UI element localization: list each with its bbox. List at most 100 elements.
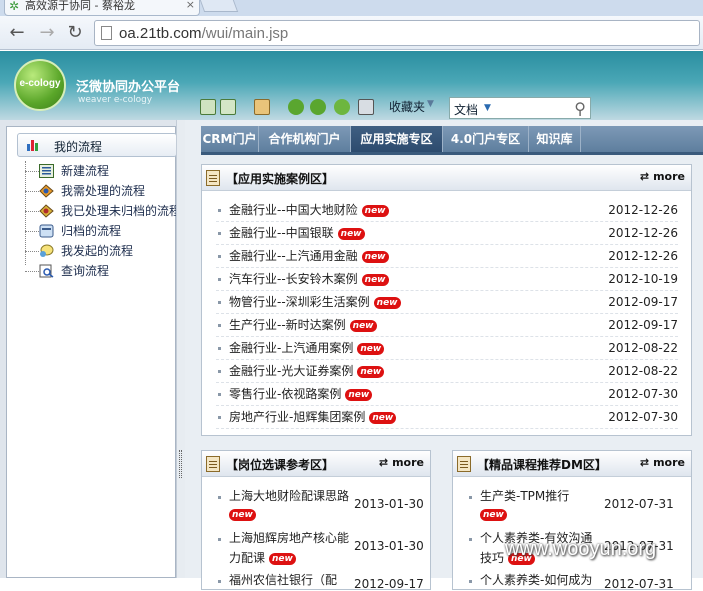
tab-crm-portal[interactable]: CRM门户 bbox=[201, 126, 259, 152]
item-title[interactable]: 金融行业--上汽通用金融 new bbox=[229, 245, 389, 267]
tab-knowledge-base[interactable]: 知识库 bbox=[529, 126, 581, 152]
list-item[interactable]: 福州农信社银行（配 2012-09-17 bbox=[216, 571, 428, 591]
item-title-text: 金融行业-光大证券案例 bbox=[229, 364, 354, 378]
handled-flow-icon bbox=[39, 204, 54, 218]
bullet bbox=[218, 496, 221, 499]
item-title[interactable]: 金融行业-上汽通用案例 new bbox=[229, 337, 385, 359]
item-date: 2013-01-30 bbox=[354, 497, 424, 511]
item-date: 2012-10-19 bbox=[608, 272, 678, 286]
job-course-more-link[interactable]: ⇄ more bbox=[379, 456, 424, 469]
item-date: 2012-08-22 bbox=[608, 341, 678, 355]
item-title[interactable]: 物管行业--深圳彩生活案例 new bbox=[229, 291, 401, 313]
list-item[interactable]: 个人素养类-如何成为 2012-07-31 bbox=[467, 571, 689, 591]
main-content: CRM门户 合作机构门户 应用实施专区 4.0门户专区 知识库 【应用实施案例区… bbox=[185, 120, 703, 591]
tree-item-label: 我需处理的流程 bbox=[61, 184, 146, 198]
cases-more-link[interactable]: ⇄ more bbox=[640, 170, 685, 183]
more-label: more bbox=[653, 170, 685, 183]
browser-tab-strip: ✲ 高效源于协同 - 蔡裕龙 × bbox=[0, 0, 703, 16]
chevron-down-icon[interactable]: ▼ bbox=[427, 99, 434, 109]
item-title[interactable]: 金融行业--中国银联 new bbox=[229, 222, 365, 244]
new-badge: new bbox=[361, 250, 389, 263]
search-category-dropdown-icon[interactable]: ▼ bbox=[484, 103, 491, 113]
browser-tab[interactable]: ✲ 高效源于协同 - 蔡裕龙 × bbox=[4, 0, 200, 16]
item-title[interactable]: 汽车行业--长安铃木案例 new bbox=[229, 268, 389, 290]
tree-item-handled-flow[interactable]: 我已处理未归档的流程 bbox=[19, 201, 181, 221]
tab-portal-4[interactable]: 4.0门户专区 bbox=[443, 126, 529, 152]
item-title-text: 金融行业--上汽通用金融 bbox=[229, 249, 358, 263]
item-date: 2012-07-31 bbox=[604, 577, 674, 591]
item-title[interactable]: 上海大地财险配课思路 bbox=[229, 487, 349, 504]
search-icon[interactable]: ⚲ bbox=[574, 99, 586, 118]
item-title-text: 金融行业-上汽通用案例 bbox=[229, 341, 354, 355]
reload-icon[interactable]: ↻ bbox=[64, 22, 86, 44]
job-course-box-title: 【岗位选课参考区】 bbox=[226, 458, 335, 472]
list-item[interactable]: 金融行业--上汽通用金融 new 2012-12-26 bbox=[216, 245, 678, 268]
list-item[interactable]: 上海旭辉房地产核心能 力配课 new 2013-01-30 bbox=[216, 529, 428, 565]
item-title[interactable]: 个人素养类-如何成为 bbox=[480, 571, 592, 588]
list-item[interactable]: 生产行业--新时达案例 new 2012-09-17 bbox=[216, 314, 678, 337]
folder-icon[interactable] bbox=[254, 99, 270, 115]
forward-arrow-icon[interactable]: → bbox=[36, 22, 58, 44]
course-dm-more-link[interactable]: ⇄ more bbox=[640, 456, 685, 469]
search-category[interactable]: 文档 bbox=[454, 101, 478, 118]
item-title[interactable]: 上海旭辉房地产核心能 bbox=[229, 529, 349, 546]
list-item[interactable]: 金融行业-光大证券案例 new 2012-08-22 bbox=[216, 360, 678, 383]
item-title-line2[interactable]: 力配课 new bbox=[229, 549, 296, 566]
refresh-icon[interactable] bbox=[334, 99, 350, 115]
tree-connector bbox=[25, 191, 39, 192]
list-item[interactable]: 零售行业-依视路案例 new 2012-07-30 bbox=[216, 383, 678, 406]
new-tab-button[interactable] bbox=[199, 0, 239, 12]
item-title[interactable]: 福州农信社银行（配 bbox=[229, 571, 337, 588]
list-item[interactable]: 物管行业--深圳彩生活案例 new 2012-09-17 bbox=[216, 291, 678, 314]
item-date: 2012-07-30 bbox=[608, 410, 678, 424]
bullet bbox=[469, 580, 472, 583]
tab-partner-portal[interactable]: 合作机构门户 bbox=[259, 126, 351, 152]
back-arrow-icon[interactable]: ← bbox=[6, 22, 28, 44]
course-dm-box: 【精品课程推荐DM区】 ⇄ more 生产类-TPM推行 new 2012-07-… bbox=[452, 450, 692, 591]
bullet bbox=[218, 255, 221, 258]
list-item[interactable]: 房地产行业-旭辉集团案例 new 2012-07-30 bbox=[216, 406, 678, 429]
tree-item-label: 归档的流程 bbox=[61, 224, 122, 238]
new-badge-label: new bbox=[480, 508, 507, 521]
item-title[interactable]: 金融行业-光大证券案例 new bbox=[229, 360, 385, 382]
favorites-menu[interactable]: 收藏夹 bbox=[389, 98, 425, 115]
item-title[interactable]: 零售行业-依视路案例 new bbox=[229, 383, 373, 405]
list-item[interactable]: 金融行业--中国银联 new 2012-12-26 bbox=[216, 222, 678, 245]
close-tab-icon[interactable]: × bbox=[186, 0, 195, 11]
tree-item-label: 查询流程 bbox=[61, 264, 110, 278]
workflow-panel-title[interactable]: 我的流程 bbox=[17, 133, 177, 157]
tree-item-todo-flow[interactable]: 我需处理的流程 bbox=[19, 181, 179, 201]
item-title[interactable]: 生产类-TPM推行 bbox=[480, 487, 569, 504]
list-item[interactable]: 金融行业--中国大地财险 new 2012-12-26 bbox=[216, 199, 678, 222]
print-icon[interactable] bbox=[358, 99, 374, 115]
address-bar[interactable]: oa.21tb.com/wui/main.jsp bbox=[94, 20, 700, 46]
item-title[interactable]: 金融行业--中国大地财险 new bbox=[229, 199, 389, 221]
item-title[interactable]: 房地产行业-旭辉集团案例 new bbox=[229, 406, 397, 428]
splitter-grip[interactable] bbox=[179, 450, 182, 478]
tree-connector bbox=[25, 171, 39, 172]
list-item[interactable]: 金融行业-上汽通用案例 new 2012-08-22 bbox=[216, 337, 678, 360]
search-box[interactable]: 文档 ▼ ⚲ bbox=[449, 97, 591, 119]
list-item[interactable]: 生产类-TPM推行 new 2012-07-31 bbox=[467, 487, 689, 523]
item-date: 2012-09-17 bbox=[354, 577, 424, 591]
tree-item-new-flow[interactable]: 新建流程 bbox=[19, 161, 179, 181]
list-item[interactable]: 汽车行业--长安铃木案例 new 2012-10-19 bbox=[216, 268, 678, 291]
document-icon bbox=[206, 456, 220, 472]
tree-item-label: 我发起的流程 bbox=[61, 244, 134, 258]
bullet bbox=[218, 278, 221, 281]
archived-flow-icon bbox=[39, 224, 54, 238]
new-badge: new bbox=[357, 342, 385, 355]
forward-icon[interactable] bbox=[310, 99, 326, 115]
tab-application-implementation[interactable]: 应用实施专区 bbox=[351, 126, 443, 152]
list-item[interactable]: 上海大地财险配课思路 new 2013-01-30 bbox=[216, 487, 428, 523]
url-text: oa.21tb.com/wui/main.jsp bbox=[119, 25, 288, 42]
layout-icon[interactable] bbox=[200, 99, 216, 115]
split-view-icon[interactable] bbox=[220, 99, 236, 115]
back-icon[interactable] bbox=[288, 99, 304, 115]
item-title[interactable]: 生产行业--新时达案例 new bbox=[229, 314, 377, 336]
new-badge: new bbox=[345, 388, 373, 401]
tree-item-archived-flow[interactable]: 归档的流程 bbox=[19, 221, 179, 241]
tree-item-started-flow[interactable]: 我发起的流程 bbox=[19, 241, 179, 261]
panel-splitter[interactable] bbox=[176, 120, 185, 578]
tree-item-search-flow[interactable]: 查询流程 bbox=[19, 261, 179, 281]
